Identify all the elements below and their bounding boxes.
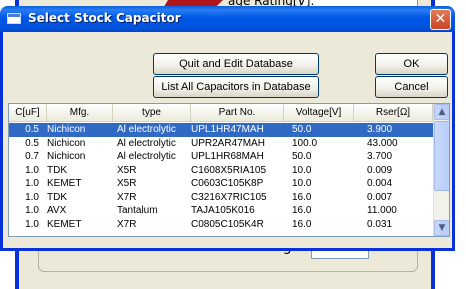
table-row[interactable]: 1.0 KEMET X5R C0603C105K8P 10.0 0.004	[9, 177, 433, 191]
voltage-cell: 50.0	[292, 124, 312, 135]
rser-cell: 0.009	[367, 164, 393, 176]
select-stock-capacitor-dialog: Select Stock Capacitor ✕ Quit and Edit D…	[0, 6, 455, 251]
close-button[interactable]: ✕	[430, 9, 451, 30]
capacitance-cell: 0.7	[25, 151, 39, 162]
part-no-cell: TAJA105K016	[191, 205, 255, 216]
mfg-cell: KEMET	[47, 218, 82, 230]
part-no-cell: C0805C105K4R	[191, 218, 264, 230]
mfg-cell: Nichicon	[47, 137, 86, 149]
quit-edit-database-button[interactable]: Quit and Edit Database	[153, 53, 319, 75]
table-row[interactable]: 0.7 Nichicon Al electrolytic UPL1HR68MAH 50.…	[9, 150, 433, 164]
rser-cell: 11.000	[367, 205, 397, 216]
list-header: C[uF] Mfg. type Part No. Voltage[V] Rser…	[9, 104, 433, 122]
capacitor-list[interactable]: C[uF] Mfg. type Part No. Voltage[V] Rser…	[8, 103, 450, 237]
table-row[interactable]: 0.5 Nichicon Al electrolytic UPL1HR47MAH 50.…	[9, 123, 433, 137]
voltage-cell: 50.0	[292, 151, 312, 162]
voltage-cell: 10.0	[292, 178, 312, 189]
capacitance-cell: 1.0	[25, 218, 39, 230]
type-cell: X7R	[117, 218, 137, 230]
capacitance-cell: 0.5	[25, 124, 39, 135]
cancel-button[interactable]: Cancel	[375, 76, 448, 98]
type-cell: Tantalum	[117, 205, 158, 216]
mfg-cell: Nichicon	[47, 151, 86, 162]
voltage-cell: 16.0	[292, 218, 312, 230]
type-cell: X5R	[117, 164, 137, 176]
table-row[interactable]: 0.5 Nichicon Al electrolytic UPR2AR47MAH 100…	[9, 137, 433, 151]
part-no-cell: C1608X5RIA105	[191, 164, 267, 176]
list-all-capacitors-button[interactable]: List All Capacitors in Database	[153, 76, 319, 98]
rser-cell: 3.900	[367, 124, 393, 135]
voltage-cell: 16.0	[292, 205, 312, 216]
mfg-cell: TDK	[47, 164, 67, 176]
capacitance-cell: 1.0	[25, 164, 39, 176]
mfg-cell: TDK	[47, 191, 67, 203]
column-header-type[interactable]: type	[113, 104, 191, 122]
part-no-cell: UPL1HR47MAH	[191, 124, 264, 135]
column-header-part-no[interactable]: Part No.	[191, 104, 284, 122]
window-icon	[7, 13, 21, 24]
type-cell: Al electrolytic	[117, 151, 176, 162]
part-no-cell: C3216X7RIC105	[191, 191, 267, 203]
part-no-cell: C0603C105K8P	[191, 178, 264, 189]
type-cell: X7R	[117, 191, 137, 203]
capacitance-cell: 1.0	[25, 191, 39, 203]
voltage-cell: 16.0	[292, 191, 312, 203]
table-row[interactable]: 1.0 AVX Tantalum TAJA105K016 16.0 11.000	[9, 204, 433, 218]
list-rows: 0.5 Nichicon Al electrolytic UPL1HR47MAH 50.…	[9, 123, 433, 231]
column-header-mfg[interactable]: Mfg.	[47, 104, 113, 122]
voltage-cell: 10.0	[292, 164, 312, 176]
mfg-cell: KEMET	[47, 178, 82, 189]
column-header-capacitance[interactable]: C[uF]	[9, 104, 47, 122]
type-cell: X5R	[117, 178, 137, 189]
table-row[interactable]: 1.0 KEMET X7R C0805C105K4R 16.0 0.031	[9, 218, 433, 232]
list-scrollbar[interactable]: ▲ ▼	[433, 104, 449, 236]
dialog-titlebar[interactable]: Select Stock Capacitor ✕	[0, 6, 455, 32]
part-no-cell: UPL1HR68MAH	[191, 151, 264, 162]
type-cell: Al electrolytic	[117, 137, 176, 149]
table-row[interactable]: 1.0 TDK X7R C3216X7RIC105 16.0 0.007	[9, 191, 433, 205]
capacitance-cell: 0.5	[25, 137, 39, 149]
table-row[interactable]: 1.0 TDK X5R C1608X5RIA105 10.0 0.009	[9, 164, 433, 178]
rser-cell: 0.031	[367, 218, 393, 230]
scroll-up-icon[interactable]: ▲	[434, 104, 449, 120]
column-header-rser[interactable]: Rser[Ω]	[354, 104, 433, 122]
type-cell: Al electrolytic	[117, 124, 176, 135]
mfg-cell: Nichicon	[47, 124, 86, 135]
rser-cell: 0.007	[367, 191, 393, 203]
rser-cell: 43.000	[367, 137, 398, 149]
voltage-cell: 100.0	[292, 137, 318, 149]
capacitance-cell: 1.0	[25, 205, 39, 216]
mfg-cell: AVX	[47, 205, 67, 216]
part-no-cell: UPR2AR47MAH	[191, 137, 265, 149]
scroll-down-icon[interactable]: ▼	[434, 220, 449, 236]
ok-button[interactable]: OK	[375, 53, 448, 75]
column-header-voltage[interactable]: Voltage[V]	[284, 104, 354, 122]
capacitance-cell: 1.0	[25, 178, 39, 189]
dialog-title: Select Stock Capacitor	[28, 11, 181, 25]
scroll-thumb[interactable]	[434, 121, 449, 191]
rser-cell: 3.700	[367, 151, 393, 162]
rser-cell: 0.004	[367, 178, 393, 189]
